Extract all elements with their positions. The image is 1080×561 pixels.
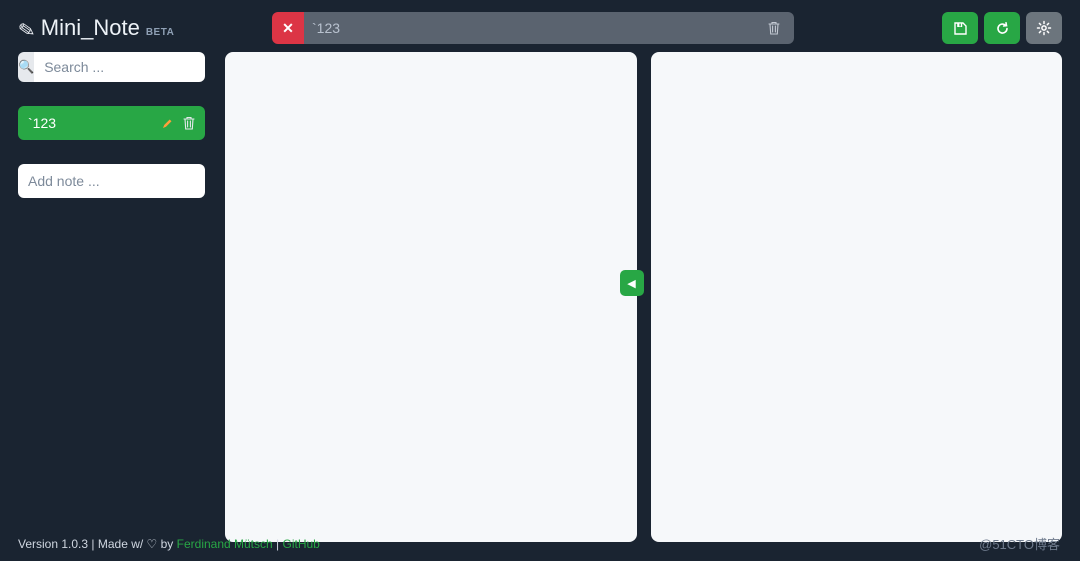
add-note-input[interactable] xyxy=(18,164,205,198)
footer-sep: | xyxy=(273,537,283,551)
trash-icon xyxy=(183,116,195,130)
close-icon: ✕ xyxy=(282,20,294,37)
main-area: 🔍 `123 + xyxy=(0,52,1080,542)
watermark: @51CTO博客 xyxy=(979,534,1060,553)
sidebar: 🔍 `123 + xyxy=(18,52,205,542)
note-title-wrap xyxy=(304,12,794,44)
close-note-button[interactable]: ✕ xyxy=(272,12,304,44)
save-icon xyxy=(953,21,968,36)
search-input[interactable] xyxy=(34,52,205,82)
content-panes: ◀ xyxy=(225,52,1062,542)
edit-note-button[interactable] xyxy=(162,118,173,129)
collapse-preview-button[interactable]: ◀ xyxy=(620,270,644,296)
made-with: | Made w/ ♡ by xyxy=(88,537,177,551)
search-icon: 🔍 xyxy=(18,59,34,75)
version-prefix: Version xyxy=(18,537,61,551)
header-actions xyxy=(942,12,1062,44)
app-title: Mini_Note xyxy=(41,15,140,41)
brand: ✎ Mini_Note BETA xyxy=(18,15,262,41)
beta-badge: BETA xyxy=(146,27,174,38)
note-title-bar: ✕ xyxy=(272,12,794,44)
chevron-left-icon: ◀ xyxy=(627,277,635,290)
search-row: 🔍 xyxy=(18,52,205,82)
note-title-trash-button[interactable] xyxy=(762,21,786,35)
preview-pane xyxy=(651,52,1063,542)
add-note-row: + xyxy=(18,164,205,198)
version-number: 1.0.3 xyxy=(61,537,88,551)
gear-icon xyxy=(1036,20,1052,36)
pencil-logo-icon: ✎ xyxy=(16,17,37,45)
save-button[interactable] xyxy=(942,12,978,44)
pencil-icon xyxy=(162,118,173,129)
author-link[interactable]: Ferdinand Mütsch xyxy=(177,537,273,551)
trash-icon xyxy=(768,21,780,35)
note-item[interactable]: `123 xyxy=(18,106,205,140)
search-icon-box[interactable]: 🔍 xyxy=(18,52,34,82)
settings-button[interactable] xyxy=(1026,12,1062,44)
note-item-label: `123 xyxy=(28,115,162,131)
reload-button[interactable] xyxy=(984,12,1020,44)
editor-pane[interactable] xyxy=(225,52,637,542)
note-title-input[interactable] xyxy=(312,20,762,36)
header-bar: ✎ Mini_Note BETA ✕ xyxy=(0,0,1080,52)
footer: Version 1.0.3 | Made w/ ♡ by Ferdinand M… xyxy=(18,537,320,551)
delete-note-button[interactable] xyxy=(183,116,195,130)
github-link[interactable]: GitHub xyxy=(282,537,319,551)
reload-icon xyxy=(995,21,1010,36)
